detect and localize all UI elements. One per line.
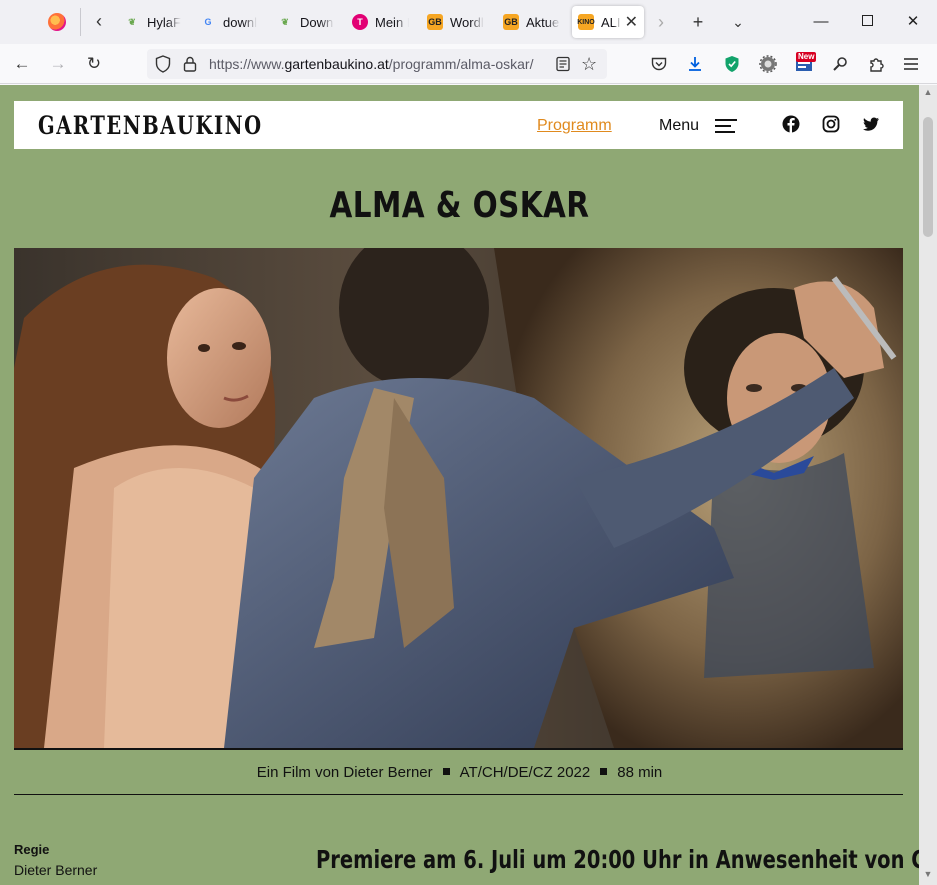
runtime: 88 min	[617, 764, 663, 781]
menu-button[interactable]: Menu	[659, 117, 738, 135]
forward-icon[interactable]: →	[46, 52, 70, 76]
tab-mein-telekom[interactable]: T Mein I	[352, 6, 414, 38]
telekom-favicon: T	[352, 14, 368, 30]
site-header: GARTENBAUKINO Programm Menu	[14, 101, 903, 149]
tab-wordl[interactable]: GB Wordl	[427, 6, 487, 38]
tab-alma-oskar-active[interactable]: KINO ALI ✕	[572, 6, 644, 38]
leaf-favicon: ❦	[128, 16, 136, 27]
lock-icon[interactable]	[183, 56, 197, 72]
search-key-extension-icon[interactable]	[829, 53, 851, 75]
instagram-icon[interactable]	[822, 115, 840, 133]
pocket-icon[interactable]	[648, 53, 670, 75]
close-window-icon[interactable]: ✕	[899, 8, 927, 36]
settings-gear-extension-icon[interactable]	[757, 53, 779, 75]
credit-value-regie: Dieter Berner	[14, 862, 98, 878]
url-bar[interactable]: https://www.gartenbaukino.at/programm/al…	[147, 49, 607, 79]
extensions-puzzle-icon[interactable]	[865, 53, 887, 75]
site-logo[interactable]: GARTENBAUKINO	[38, 111, 263, 140]
tracking-protection-icon[interactable]	[155, 55, 171, 73]
url-text[interactable]: https://www.gartenbaukino.at/programm/al…	[209, 56, 533, 72]
maximize-icon[interactable]	[853, 8, 881, 36]
scroll-down-icon[interactable]: ▼	[919, 869, 937, 883]
google-favicon: G	[204, 17, 212, 27]
tab-hylafax[interactable]: ❦ HylaF	[124, 6, 184, 38]
url-path: /programm/alma-oskar/	[388, 56, 534, 72]
gb-favicon: GB	[503, 14, 519, 30]
new-tab-icon[interactable]: +	[686, 10, 710, 34]
leaf-favicon: ❦	[281, 16, 289, 27]
square-separator-icon	[600, 768, 608, 775]
nav-link-programm[interactable]: Programm	[537, 117, 612, 135]
facebook-icon[interactable]	[782, 115, 800, 133]
reader-view-icon[interactable]	[555, 56, 571, 72]
square-separator-icon	[442, 768, 450, 775]
tab-download-google[interactable]: G downl	[200, 6, 262, 38]
countries-year: AT/CH/DE/CZ 2022	[459, 764, 591, 781]
film-title: ALMA & OSKAR	[329, 185, 590, 226]
menu-label: Menu	[659, 117, 700, 134]
firefox-view-icon[interactable]	[48, 13, 66, 31]
film-still-image	[14, 248, 903, 748]
scrollbar-thumb[interactable]	[923, 117, 933, 237]
reload-icon[interactable]: ↻	[82, 52, 106, 76]
divider-top	[14, 748, 903, 750]
film-meta-line: Ein Film von Dieter Berner AT/CH/DE/CZ 20…	[0, 764, 919, 781]
minimize-icon[interactable]: —	[807, 8, 835, 36]
twitter-icon[interactable]	[862, 115, 880, 133]
list-all-tabs-icon[interactable]: ⌄	[726, 10, 750, 34]
scroll-up-icon[interactable]: ▲	[919, 87, 937, 101]
downloads-icon[interactable]	[684, 53, 706, 75]
scroll-tabs-right-icon[interactable]: ›	[649, 10, 673, 34]
kino-favicon: KINO	[577, 14, 595, 30]
bookmark-star-icon[interactable]: ☆	[581, 54, 597, 75]
tab-aktuelles[interactable]: GB Aktue	[503, 6, 563, 38]
url-host: gartenbaukino.at	[284, 56, 389, 72]
close-tab-icon[interactable]: ✕	[625, 12, 638, 32]
page-scrollbar[interactable]: ▲ ▼	[919, 85, 937, 885]
credit-label-regie: Regie	[14, 842, 50, 857]
url-scheme: https://www.	[209, 56, 285, 72]
back-icon[interactable]: ←	[10, 52, 34, 76]
director-line: Ein Film von Dieter Berner	[256, 764, 433, 781]
premiere-heading: Premiere am 6. Juli um 20:00 Uhr in Anwe…	[316, 845, 937, 874]
scroll-tabs-left-icon[interactable]: ‹	[87, 10, 111, 34]
gb-favicon: GB	[427, 14, 443, 30]
tab-separator	[80, 8, 81, 36]
tab-download[interactable]: ❦ Down	[277, 6, 337, 38]
navigation-toolbar: ← → ↻ https://www.gartenbaukino.at/progr…	[0, 44, 937, 84]
app-menu-icon[interactable]	[900, 53, 922, 75]
hamburger-icon	[715, 119, 738, 133]
page-viewport: GARTENBAUKINO Programm Menu ALMA & OSKAR	[0, 85, 937, 885]
new-badge: New	[796, 52, 817, 62]
tab-strip: ‹ ❦ HylaF G downl ❦ Down T Mein I GB Wor…	[0, 0, 937, 44]
adblock-shield-icon[interactable]	[721, 53, 743, 75]
film-still-illustration	[14, 248, 903, 748]
divider-bottom	[14, 794, 903, 795]
